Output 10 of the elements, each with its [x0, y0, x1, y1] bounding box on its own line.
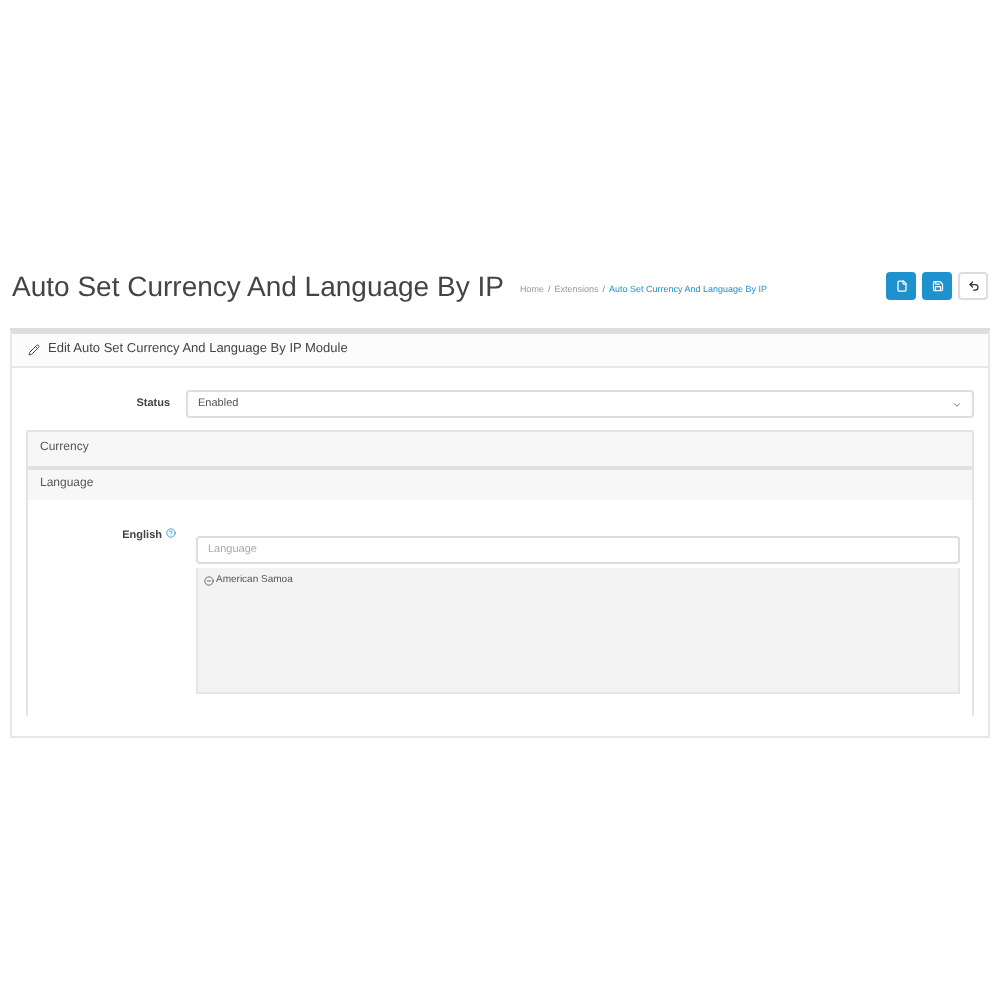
- save-icon: [931, 280, 943, 292]
- chevron-down-icon: [952, 399, 962, 409]
- pencil-icon: [28, 344, 40, 356]
- toolbar-button[interactable]: [958, 272, 988, 300]
- remove-icon[interactable]: [204, 576, 214, 587]
- toolbar-button[interactable]: [922, 272, 952, 300]
- file-icon: [895, 280, 907, 292]
- page-title: Auto Set Currency And Language By IP: [12, 272, 504, 300]
- help-icon: [166, 528, 176, 538]
- undo-icon: [967, 280, 979, 292]
